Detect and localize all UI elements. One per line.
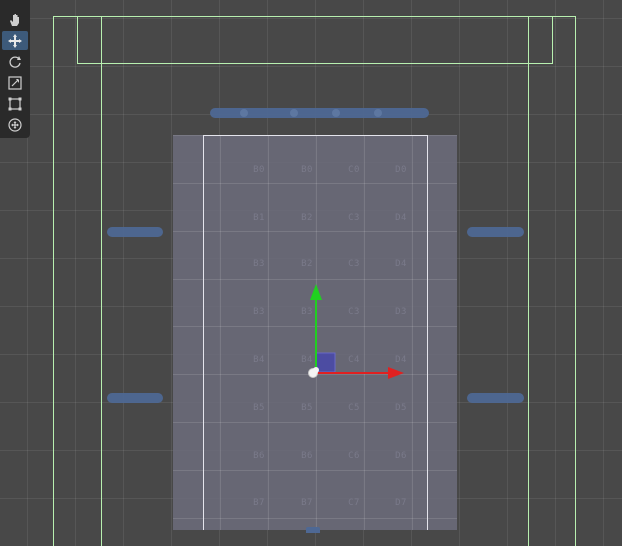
rotate-icon (9, 55, 21, 68)
board-cell-label: C5 (348, 403, 360, 413)
board-cell-label: B3 (253, 307, 265, 317)
board-cell-label: B4 (253, 355, 265, 365)
board-cell-label: B1 (253, 213, 265, 223)
slot-dot (240, 109, 248, 117)
board-cell-label: B7 (253, 498, 265, 508)
tool-palette (0, 0, 30, 138)
hand-tool-button[interactable] (2, 10, 28, 29)
transform-tool-button[interactable] (2, 115, 28, 134)
move-icon (8, 33, 22, 48)
board-cell-label: B6 (253, 451, 265, 461)
left-slot-bar-lower[interactable] (107, 393, 163, 403)
board-cell-label: D7 (395, 498, 407, 508)
slot-dot (290, 109, 298, 117)
board-cell-label: B5 (253, 403, 265, 413)
header-frame (77, 16, 553, 64)
rect-tool-button[interactable] (2, 94, 28, 113)
hand-icon (10, 13, 19, 26)
board-cell-label: D4 (395, 355, 407, 365)
move-tool-button[interactable] (2, 31, 28, 50)
board-cell-label: B5 (301, 403, 313, 413)
scale-tool-button[interactable] (2, 73, 28, 92)
board-cell-label: B2 (301, 213, 313, 223)
board-inner-frame (203, 135, 428, 530)
board-cell-label: D3 (395, 307, 407, 317)
board-cell-label: D5 (395, 403, 407, 413)
scale-icon (8, 75, 22, 90)
left-slot-bar-upper[interactable] (107, 227, 163, 237)
board-cell-label: D4 (395, 213, 407, 223)
rotate-tool-button[interactable] (2, 52, 28, 71)
board-cell-label: C6 (348, 451, 360, 461)
slot-dot (374, 109, 382, 117)
board-cell-label: C4 (348, 355, 360, 365)
board-cell-label: B0 (253, 165, 265, 175)
board-cell-label: C7 (348, 498, 360, 508)
bottom-anchor-handle[interactable] (306, 527, 320, 533)
board-cell-label: B0 (301, 165, 313, 175)
board-cell-label: B2 (301, 259, 313, 269)
top-slot-bar[interactable] (210, 108, 429, 118)
board-cell-label: B7 (301, 498, 313, 508)
board-cell-label: B3 (301, 307, 313, 317)
board-cell-label: B6 (301, 451, 313, 461)
slot-dot (332, 109, 340, 117)
board-cell-label: B3 (253, 259, 265, 269)
board-cell-label: C3 (348, 259, 360, 269)
board-cell-label: C3 (348, 307, 360, 317)
board-cell-label: C3 (348, 213, 360, 223)
rect-transform-icon (8, 97, 22, 110)
board-cell-label: D6 (395, 451, 407, 461)
right-slot-bar-upper[interactable] (467, 227, 524, 237)
board-cell-label: D0 (395, 165, 407, 175)
board-cell-label: D4 (395, 259, 407, 269)
right-slot-bar-lower[interactable] (467, 393, 524, 403)
board-cell-label: C0 (348, 165, 360, 175)
transform-icon (8, 117, 22, 132)
board-cell-label: B4 (301, 355, 313, 365)
